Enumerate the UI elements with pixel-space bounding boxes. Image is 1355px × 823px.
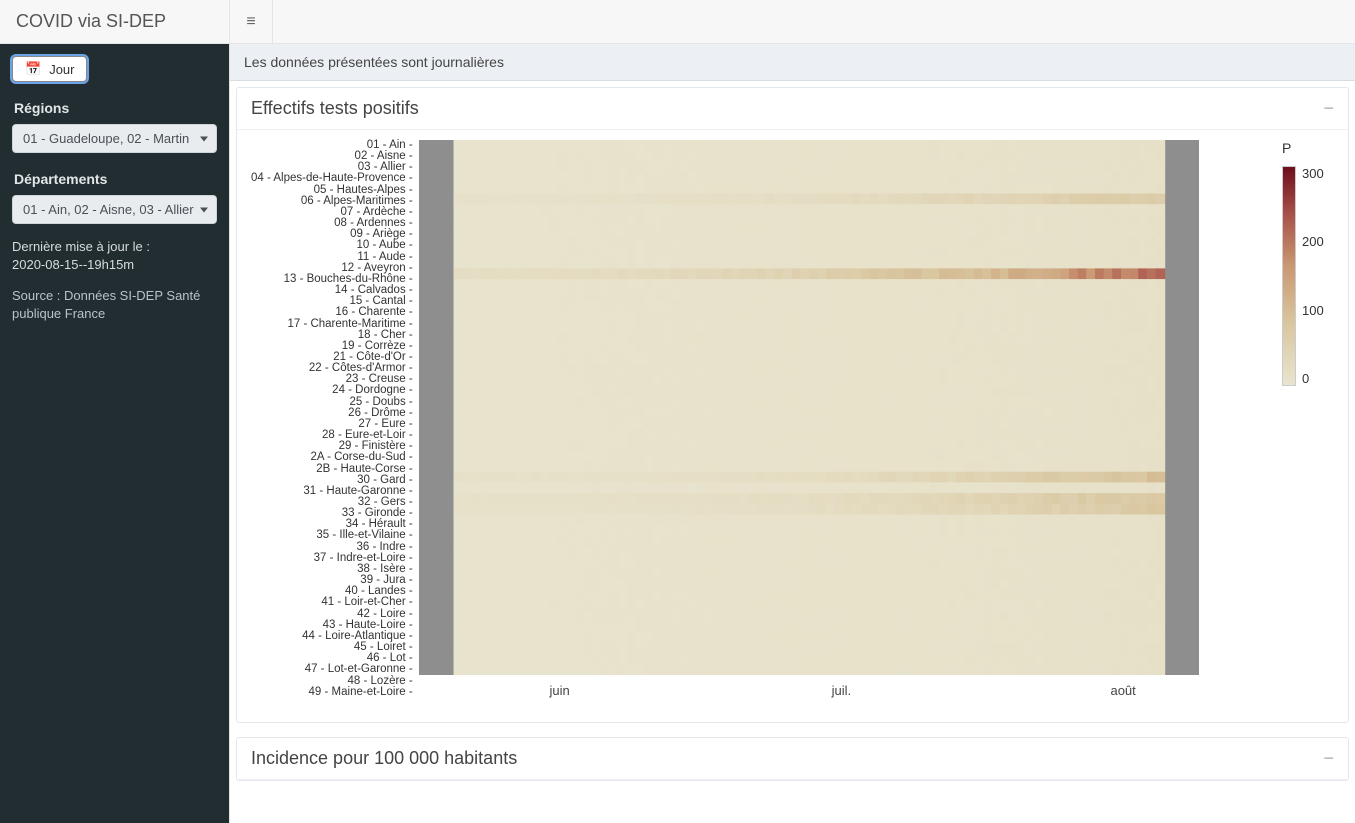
y-tick: 18 - Cher - bbox=[251, 330, 413, 341]
last-update: Dernière mise à jour le : 2020-08-15--19… bbox=[12, 238, 217, 273]
x-tick: juil. bbox=[700, 683, 982, 698]
y-tick: 09 - Ariège - bbox=[251, 229, 413, 240]
collapse-icon[interactable]: − bbox=[1323, 98, 1334, 119]
y-tick: 35 - Ille-et-Vilaine - bbox=[251, 530, 413, 541]
heatmap-y-labels: 01 - Ain -02 - Aisne -03 - Allier -04 - … bbox=[251, 140, 419, 698]
departements-select[interactable]: 01 - Ain, 02 - Aisne, 03 - Allier bbox=[12, 195, 217, 224]
legend-colorbar bbox=[1282, 166, 1296, 386]
jour-label: Jour bbox=[49, 62, 74, 77]
legend-tick: 100 bbox=[1302, 303, 1324, 318]
hamburger-icon[interactable]: ≡ bbox=[229, 0, 273, 44]
y-tick: 08 - Ardennes - bbox=[251, 218, 413, 229]
legend-tick: 200 bbox=[1302, 234, 1324, 249]
y-tick: 11 - Aude - bbox=[251, 252, 413, 263]
heatmap-x-axis: juinjuil.août bbox=[419, 683, 1264, 698]
y-tick: 28 - Eure-et-Loir - bbox=[251, 430, 413, 441]
y-tick: 34 - Hérault - bbox=[251, 519, 413, 530]
main-content: Les données présentées sont journalières… bbox=[229, 44, 1355, 823]
regions-select[interactable]: 01 - Guadeloupe, 02 - Martin bbox=[12, 124, 217, 153]
y-tick: 45 - Loiret - bbox=[251, 642, 413, 653]
y-tick: 21 - Côte-d'Or - bbox=[251, 352, 413, 363]
y-tick: 43 - Haute-Loire - bbox=[251, 620, 413, 631]
legend-tick: 300 bbox=[1302, 166, 1324, 181]
y-tick: 01 - Ain - bbox=[251, 140, 413, 151]
y-tick: 32 - Gers - bbox=[251, 497, 413, 508]
y-tick: 16 - Charente - bbox=[251, 307, 413, 318]
y-tick: 15 - Cantal - bbox=[251, 296, 413, 307]
panel-title: Effectifs tests positifs bbox=[251, 98, 419, 119]
y-tick: 37 - Indre-et-Loire - bbox=[251, 553, 413, 564]
info-strip: Les données présentées sont journalières bbox=[230, 44, 1355, 81]
panel-incidence: Incidence pour 100 000 habitants − bbox=[236, 737, 1349, 781]
y-tick: 33 - Gironde - bbox=[251, 508, 413, 519]
y-tick: 29 - Finistère - bbox=[251, 441, 413, 452]
y-tick: 17 - Charente-Maritime - bbox=[251, 319, 413, 330]
departements-label: Départements bbox=[12, 171, 217, 187]
y-tick: 48 - Lozère - bbox=[251, 676, 413, 687]
y-tick: 27 - Eure - bbox=[251, 419, 413, 430]
y-tick: 03 - Allier - bbox=[251, 162, 413, 173]
y-tick: 14 - Calvados - bbox=[251, 285, 413, 296]
y-tick: 25 - Doubs - bbox=[251, 397, 413, 408]
y-tick: 36 - Indre - bbox=[251, 542, 413, 553]
calendar-icon: 📅 bbox=[25, 61, 41, 77]
y-tick: 2A - Corse-du-Sud - bbox=[251, 452, 413, 463]
y-tick: 49 - Maine-et-Loire - bbox=[251, 687, 413, 698]
y-tick: 12 - Aveyron - bbox=[251, 263, 413, 274]
source-text: Source : Données SI-DEP Santé publique F… bbox=[12, 287, 217, 322]
x-tick: août bbox=[982, 683, 1264, 698]
y-tick: 07 - Ardèche - bbox=[251, 207, 413, 218]
y-tick: 38 - Isère - bbox=[251, 564, 413, 575]
regions-label: Régions bbox=[12, 100, 217, 116]
panel-title: Incidence pour 100 000 habitants bbox=[251, 748, 517, 769]
legend-tick: 0 bbox=[1302, 371, 1324, 386]
collapse-icon[interactable]: − bbox=[1323, 748, 1334, 769]
sidebar: 📅 Jour Régions 01 - Guadeloupe, 02 - Mar… bbox=[0, 44, 229, 823]
y-tick: 40 - Landes - bbox=[251, 586, 413, 597]
y-tick: 46 - Lot - bbox=[251, 653, 413, 664]
y-tick: 2B - Haute-Corse - bbox=[251, 464, 413, 475]
y-tick: 42 - Loire - bbox=[251, 609, 413, 620]
y-tick: 04 - Alpes-de-Haute-Provence - bbox=[251, 173, 413, 184]
y-tick: 31 - Haute-Garonne - bbox=[251, 486, 413, 497]
heatmap-svg bbox=[419, 140, 1199, 675]
y-tick: 23 - Creuse - bbox=[251, 374, 413, 385]
jour-button[interactable]: 📅 Jour bbox=[12, 56, 87, 82]
x-tick: juin bbox=[419, 683, 701, 698]
y-tick: 39 - Jura - bbox=[251, 575, 413, 586]
legend-title: P bbox=[1282, 140, 1291, 156]
y-tick: 41 - Loir-et-Cher - bbox=[251, 597, 413, 608]
y-tick: 22 - Côtes-d'Armor - bbox=[251, 363, 413, 374]
y-tick: 13 - Bouches-du-Rhône - bbox=[251, 274, 413, 285]
y-tick: 26 - Drôme - bbox=[251, 408, 413, 419]
heatmap-legend: P 300 200 100 0 bbox=[1264, 140, 1334, 698]
y-tick: 44 - Loire-Atlantique - bbox=[251, 631, 413, 642]
y-tick: 19 - Corrèze - bbox=[251, 341, 413, 352]
heatmap-grid[interactable]: juinjuil.août bbox=[419, 140, 1264, 698]
y-tick: 24 - Dordogne - bbox=[251, 385, 413, 396]
y-tick: 02 - Aisne - bbox=[251, 151, 413, 162]
y-tick: 05 - Hautes-Alpes - bbox=[251, 185, 413, 196]
y-tick: 06 - Alpes-Maritimes - bbox=[251, 196, 413, 207]
y-tick: 10 - Aube - bbox=[251, 240, 413, 251]
app-title: COVID via SI-DEP bbox=[0, 11, 229, 32]
y-tick: 30 - Gard - bbox=[251, 475, 413, 486]
y-tick: 47 - Lot-et-Garonne - bbox=[251, 664, 413, 675]
panel-effectifs: Effectifs tests positifs − 01 - Ain -02 … bbox=[236, 87, 1349, 723]
